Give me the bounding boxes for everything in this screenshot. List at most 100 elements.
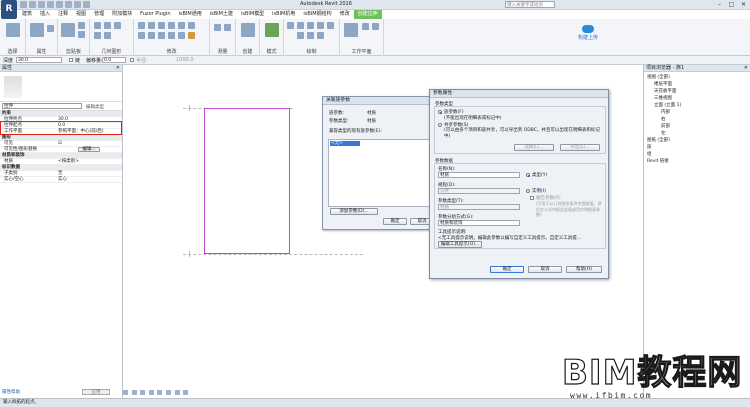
crop-view-icon[interactable] [165, 390, 171, 395]
tree-item[interactable]: 族 [647, 144, 652, 150]
sun-path-icon[interactable] [148, 390, 154, 395]
tab-3[interactable]: 视图 [72, 10, 90, 19]
set-work-plane-icon[interactable] [344, 23, 358, 37]
modify-tool-icon[interactable] [6, 23, 20, 37]
tab-5[interactable]: 附加模块 [108, 10, 136, 19]
ref-plane-icon[interactable] [372, 23, 379, 30]
apply-button[interactable]: 应用 [82, 389, 110, 395]
export-button[interactable]: 导出(E)... [560, 144, 600, 151]
delete-icon[interactable] [188, 32, 195, 39]
type-radio[interactable] [526, 173, 530, 177]
line-icon[interactable] [297, 22, 304, 29]
cut-icon[interactable] [78, 22, 85, 29]
tree-item[interactable]: 天花板平面 [654, 88, 677, 94]
tab-2[interactable]: 注释 [54, 10, 72, 19]
extrusion-sketch[interactable] [204, 108, 290, 254]
tab-11[interactable]: isBIM钢结构 [299, 10, 335, 19]
pick-lines-icon[interactable] [317, 32, 324, 39]
tree-item[interactable]: 组 [647, 151, 652, 157]
circle-icon[interactable] [327, 22, 334, 29]
tree-item[interactable]: 楼层平面 [654, 81, 672, 87]
tree-item[interactable]: 三维视图 [654, 95, 672, 101]
add-parameter-button[interactable]: 添加参数(D)... [330, 208, 378, 215]
discipline-select[interactable]: 公共 [438, 188, 520, 194]
rotate-icon[interactable] [138, 32, 145, 39]
array-icon[interactable] [168, 32, 175, 39]
mirror-draw-icon[interactable] [168, 22, 175, 29]
print-icon[interactable] [56, 1, 63, 8]
name-input[interactable]: 材质 [438, 172, 520, 178]
edit-type-button[interactable]: 编辑类型 [86, 104, 104, 110]
create-component-icon[interactable] [241, 23, 255, 37]
shadows-icon[interactable] [157, 390, 163, 395]
cloud-upload-button[interactable]: 构建上传 [572, 25, 604, 41]
measure-tool-icon[interactable] [214, 24, 221, 31]
property-value[interactable]: 实心 [58, 177, 67, 183]
paste-icon[interactable] [61, 23, 75, 37]
align-icon[interactable] [138, 22, 145, 29]
tree-item[interactable]: 前部 [661, 123, 670, 129]
close-icon[interactable]: ✕ [116, 65, 120, 72]
minimize-icon[interactable]: – [715, 1, 724, 8]
tree-item[interactable]: 左 [661, 130, 666, 136]
tab-10[interactable]: isBIM机电 [268, 10, 299, 19]
copy-element-icon[interactable] [188, 22, 195, 29]
select-button[interactable]: 选择(L)... [514, 144, 554, 151]
param-type-select[interactable]: 材质 [438, 204, 520, 210]
spline-icon[interactable] [307, 32, 314, 39]
family-param-radio[interactable] [438, 110, 442, 114]
tree-item[interactable]: 内部 [661, 109, 670, 115]
dimension-icon[interactable] [224, 24, 231, 31]
paint-icon[interactable] [104, 32, 111, 39]
save-icon[interactable] [29, 1, 36, 8]
tab-8[interactable]: isBIM土建 [206, 10, 237, 19]
shared-param-radio[interactable] [438, 123, 442, 127]
reveal-hidden-icon[interactable] [183, 390, 189, 395]
tab-7[interactable]: isBIM通用 [175, 10, 206, 19]
3d-view-icon[interactable] [83, 1, 90, 8]
close-icon[interactable]: ✕ [739, 1, 748, 8]
cancel-button[interactable]: 取消 [528, 266, 562, 273]
tab-1[interactable]: 插入 [36, 10, 54, 19]
tree-item[interactable]: 图纸 (全部) [647, 137, 670, 143]
ok-button[interactable]: 确定 [490, 266, 524, 273]
offset-icon[interactable] [148, 22, 155, 29]
search-input[interactable]: 键入关键字或短语 [505, 1, 555, 8]
tab-6[interactable]: Fuzor Plugin [136, 10, 174, 19]
list-item[interactable]: <无> [330, 141, 360, 146]
move-icon[interactable] [178, 22, 185, 29]
measure-icon[interactable] [65, 1, 72, 8]
undo-icon[interactable] [38, 1, 45, 8]
scale-icon[interactable] [123, 390, 128, 395]
arc-icon[interactable] [297, 32, 304, 39]
edit-tooltip-button[interactable]: 编辑工具提示(O)... [438, 241, 482, 248]
edit-button[interactable]: 编辑... [78, 147, 100, 152]
mirror-axis-icon[interactable] [158, 22, 165, 29]
type-properties-icon[interactable] [47, 25, 54, 32]
tab-4[interactable]: 管理 [90, 10, 108, 19]
tab-9[interactable]: isBIM模型 [237, 10, 268, 19]
type-dropdown[interactable]: 拉伸 [2, 103, 82, 109]
cope-icon[interactable] [94, 22, 101, 29]
visual-style-icon[interactable] [140, 390, 146, 395]
text-icon[interactable] [74, 1, 81, 8]
offset-input[interactable]: 0.0 [102, 57, 126, 63]
properties-icon[interactable] [30, 23, 44, 37]
boundary-line-icon[interactable] [287, 22, 294, 29]
group-by-select[interactable]: 材质和装饰 [438, 220, 520, 226]
tree-item[interactable]: 右 [661, 116, 666, 122]
help-button[interactable]: 帮助(H) [566, 266, 602, 273]
tab-13[interactable]: 创建拉伸 [353, 10, 382, 19]
tree-item[interactable]: 视图 (全部) [647, 74, 670, 80]
redo-icon[interactable] [47, 1, 54, 8]
split-face-icon[interactable] [94, 32, 101, 39]
radius-checkbox[interactable] [130, 58, 134, 62]
ok-button[interactable]: 确定 [383, 218, 407, 225]
report-param-checkbox[interactable] [530, 196, 534, 200]
join-icon[interactable] [114, 22, 121, 29]
detail-level-icon[interactable] [131, 390, 137, 395]
split-icon[interactable] [158, 32, 165, 39]
trim-icon[interactable] [148, 32, 155, 39]
scale-icon[interactable] [178, 32, 185, 39]
show-work-plane-icon[interactable] [362, 23, 369, 30]
